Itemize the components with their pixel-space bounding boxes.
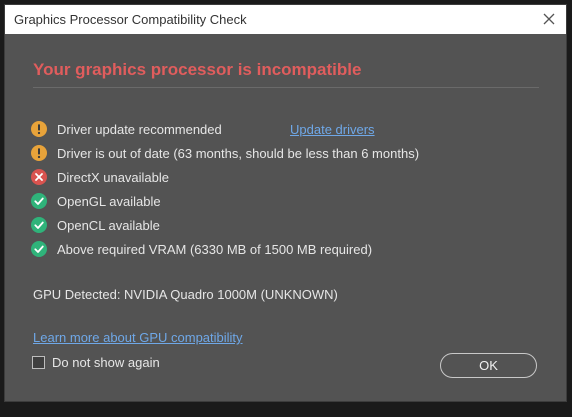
do-not-show-again-checkbox[interactable] [32, 356, 45, 369]
divider [33, 87, 539, 88]
check-label: DirectX unavailable [57, 169, 170, 185]
check-row-directx: DirectX unavailable [31, 167, 169, 187]
check-label: Driver is out of date (63 months, should… [57, 145, 420, 161]
checkmark-icon [31, 241, 47, 257]
check-label: Above required VRAM (6330 MB of 1500 MB … [57, 241, 373, 257]
title-bar: Graphics Processor Compatibility Check [5, 5, 566, 34]
warning-icon [31, 121, 47, 137]
window-title: Graphics Processor Compatibility Check [14, 12, 247, 27]
update-drivers-link[interactable]: Update drivers [290, 122, 375, 137]
check-label: OpenCL available [57, 217, 160, 233]
check-row-driver-age: Driver is out of date (63 months, should… [31, 143, 419, 163]
page-title: Your graphics processor is incompatible [33, 60, 362, 79]
check-row-vram: Above required VRAM (6330 MB of 1500 MB … [31, 239, 372, 259]
check-row-driver-update: Driver update recommended [31, 119, 222, 139]
do-not-show-again-label: Do not show again [52, 355, 160, 370]
do-not-show-again-option[interactable]: Do not show again [32, 355, 160, 370]
gpu-detected-text: GPU Detected: NVIDIA Quadro 1000M (UNKNO… [33, 287, 338, 302]
learn-more-link[interactable]: Learn more about GPU compatibility [33, 330, 243, 345]
error-icon [31, 169, 47, 185]
check-row-opengl: OpenGL available [31, 191, 161, 211]
check-row-opencl: OpenCL available [31, 215, 160, 235]
close-icon [543, 13, 555, 25]
compatibility-dialog: Graphics Processor Compatibility Check Y… [4, 4, 567, 402]
warning-icon [31, 145, 47, 161]
checkmark-icon [31, 217, 47, 233]
checkmark-icon [31, 193, 47, 209]
check-label: Driver update recommended [57, 121, 222, 137]
check-label: OpenGL available [57, 193, 161, 209]
ok-button[interactable]: OK [440, 353, 537, 378]
close-button[interactable] [532, 5, 566, 34]
